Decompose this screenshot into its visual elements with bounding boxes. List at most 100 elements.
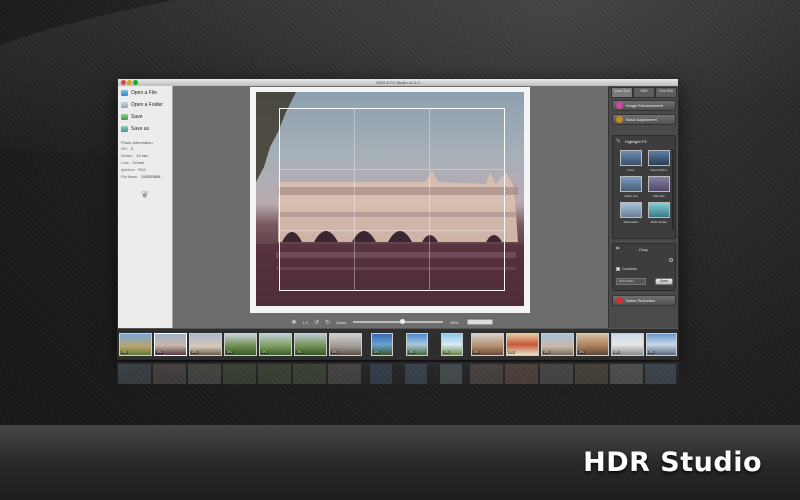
filmstrip-thumb[interactable]: JPG [259,333,292,356]
magic-wand-icon: ✎ [616,139,622,145]
basic-adjustment-button[interactable]: Basic Adjustment [612,114,676,125]
filmstrip: JPG JPG JPG JPG JPG JPG JPG JPG JPG JPG … [118,328,678,359]
tab-quick-edit[interactable]: Quick Edit [611,87,633,98]
fx-preset-none[interactable] [620,150,642,166]
zoom-slider-knob[interactable] [400,319,406,324]
tab-fine-edit[interactable]: Fine Edit [655,87,677,98]
reflection-thumb [188,364,221,384]
reflection-thumb [118,364,151,384]
reflection-thumb [370,364,392,384]
grid-line [429,109,430,290]
open-folder-button[interactable]: Open a Folder [121,100,173,110]
image-enhancement-label: Image Enhancement [626,103,663,108]
constrain-checkbox[interactable] [616,267,620,271]
adjustment-icon [616,116,623,123]
info-row-file-name: File Name: 1002876584... [121,175,164,179]
right-panel: Quick Edit HDR Fine Edit Image Enhanceme… [608,86,678,328]
move-icon[interactable]: ✥ [292,319,297,326]
promo-bottom-bar: HDR Studio [0,425,800,500]
filmstrip-thumb[interactable]: JPG [611,333,644,356]
save-icon [121,114,128,120]
reflection-thumb [293,364,326,384]
zoom-label: Zoom [336,319,347,325]
crop-ratio-select[interactable]: 3024x4032 [616,278,646,285]
filmstrip-thumb-selected[interactable]: JPG [154,333,187,356]
fx-preset-label: Mild-rain [653,194,665,198]
grid-line [280,230,504,231]
filmstrip-thumb[interactable]: JPG [576,333,609,356]
reflection-thumb [610,364,643,384]
rotate-right-icon[interactable]: ↻ [325,319,330,326]
filmstrip-thumb[interactable]: JPG [371,333,393,356]
reflection-thumb [540,364,573,384]
filmstrip-thumb[interactable]: JPG [224,333,257,356]
save-as-button[interactable]: Save as [121,124,173,134]
constrain-option[interactable]: Constrain [616,267,637,271]
save-label: Save [131,114,143,120]
filmstrip-thumb[interactable]: JPG [471,333,504,356]
filmstrip-thumb[interactable]: JPG [406,333,428,356]
fx-preset-mild-rain[interactable] [648,176,670,192]
enhancement-icon [616,102,623,109]
noise-reduction-label: Noise Reduction [626,298,656,303]
noise-reduction-icon [616,297,623,304]
rotate-left-icon[interactable]: ↺ [314,319,319,326]
filmstrip-thumb[interactable]: JPG [646,333,677,356]
grid-line [280,169,504,170]
filmstrip-reflection [117,362,679,388]
fx-preset-label: Whitewash [623,220,639,224]
app-window: HDR & FX Studio v1.0.0 Open a File Open … [117,78,679,360]
fx-preset-dawn-lite[interactable] [620,176,642,192]
ornament-icon: ❦ [140,190,150,201]
filmstrip-thumb[interactable]: JPG [189,333,222,356]
filmstrip-thumb[interactable]: JPG [541,333,574,356]
photo-info-title: Photo Information [121,140,153,145]
filmstrip-thumb[interactable]: JPG [294,333,327,356]
window-title: HDR & FX Studio v1.0.0 [376,80,420,85]
constrain-label: Constrain [622,267,637,271]
zoom-slider[interactable] [353,319,444,324]
filmstrip-thumb[interactable]: JPG [329,333,362,356]
fx-preset-label: Dawn Lite [624,194,638,198]
fx-preset-brite-shade[interactable] [648,202,670,218]
reflection-thumb [223,364,256,384]
fx-preset-label: None [627,168,635,172]
reflection-thumb [405,364,427,384]
fx-preset-label: Faux HDR-1 [650,168,668,172]
reflection-thumb [328,364,361,384]
image-enhancement-button[interactable]: Image Enhancement [612,100,676,111]
save-as-label: Save as [131,126,150,132]
filmstrip-thumb[interactable]: JPG [506,333,539,356]
crop-grid-overlay[interactable] [279,108,505,291]
noise-reduction-button[interactable]: Noise Reduction [612,295,676,306]
view-select[interactable] [467,319,494,325]
filmstrip-thumb[interactable]: JPG [441,333,463,356]
grid-line [354,109,355,290]
image-file-icon [121,90,128,96]
edit-tabs: Quick Edit HDR Fine Edit [611,87,677,98]
crop-title: Crop [639,247,648,252]
reflection-thumb [575,364,608,384]
basic-adjustment-label: Basic Adjustment [626,117,657,122]
save-as-icon [121,126,128,132]
filmstrip-thumb[interactable]: JPG [119,333,152,356]
fx-scrollbar[interactable] [672,150,674,230]
save-button[interactable]: Save [121,112,173,122]
open-folder-label: Open a Folder [131,102,163,108]
app-brand-name: HDR Studio [583,447,762,478]
tab-hdr[interactable]: HDR [633,87,655,98]
fx-preset-whitewash[interactable] [620,202,642,218]
info-row-shutter: Shutter: 1/1 sec [121,154,148,158]
ratio-button[interactable]: 1:1 [303,320,309,325]
highlight-fx-header[interactable]: ✎ Highlight FX [613,137,675,146]
highlight-fx-title: Highlight FX [625,139,647,144]
crop-orientation-toggle[interactable] [669,258,673,262]
crop-done-button[interactable]: Done [655,278,673,285]
edited-photo [256,92,524,306]
zoom-bar: ✥ 1:1 ↺ ↻ Zoom 84% [174,316,608,328]
image-canvas[interactable]: ✥ 1:1 ↺ ↻ Zoom 84% [174,86,608,328]
fx-preset-faux-hdr-1[interactable] [648,150,670,166]
zoom-value: 84% [450,319,459,325]
reflection-thumb [153,364,186,384]
open-file-button[interactable]: Open a File [121,88,173,98]
